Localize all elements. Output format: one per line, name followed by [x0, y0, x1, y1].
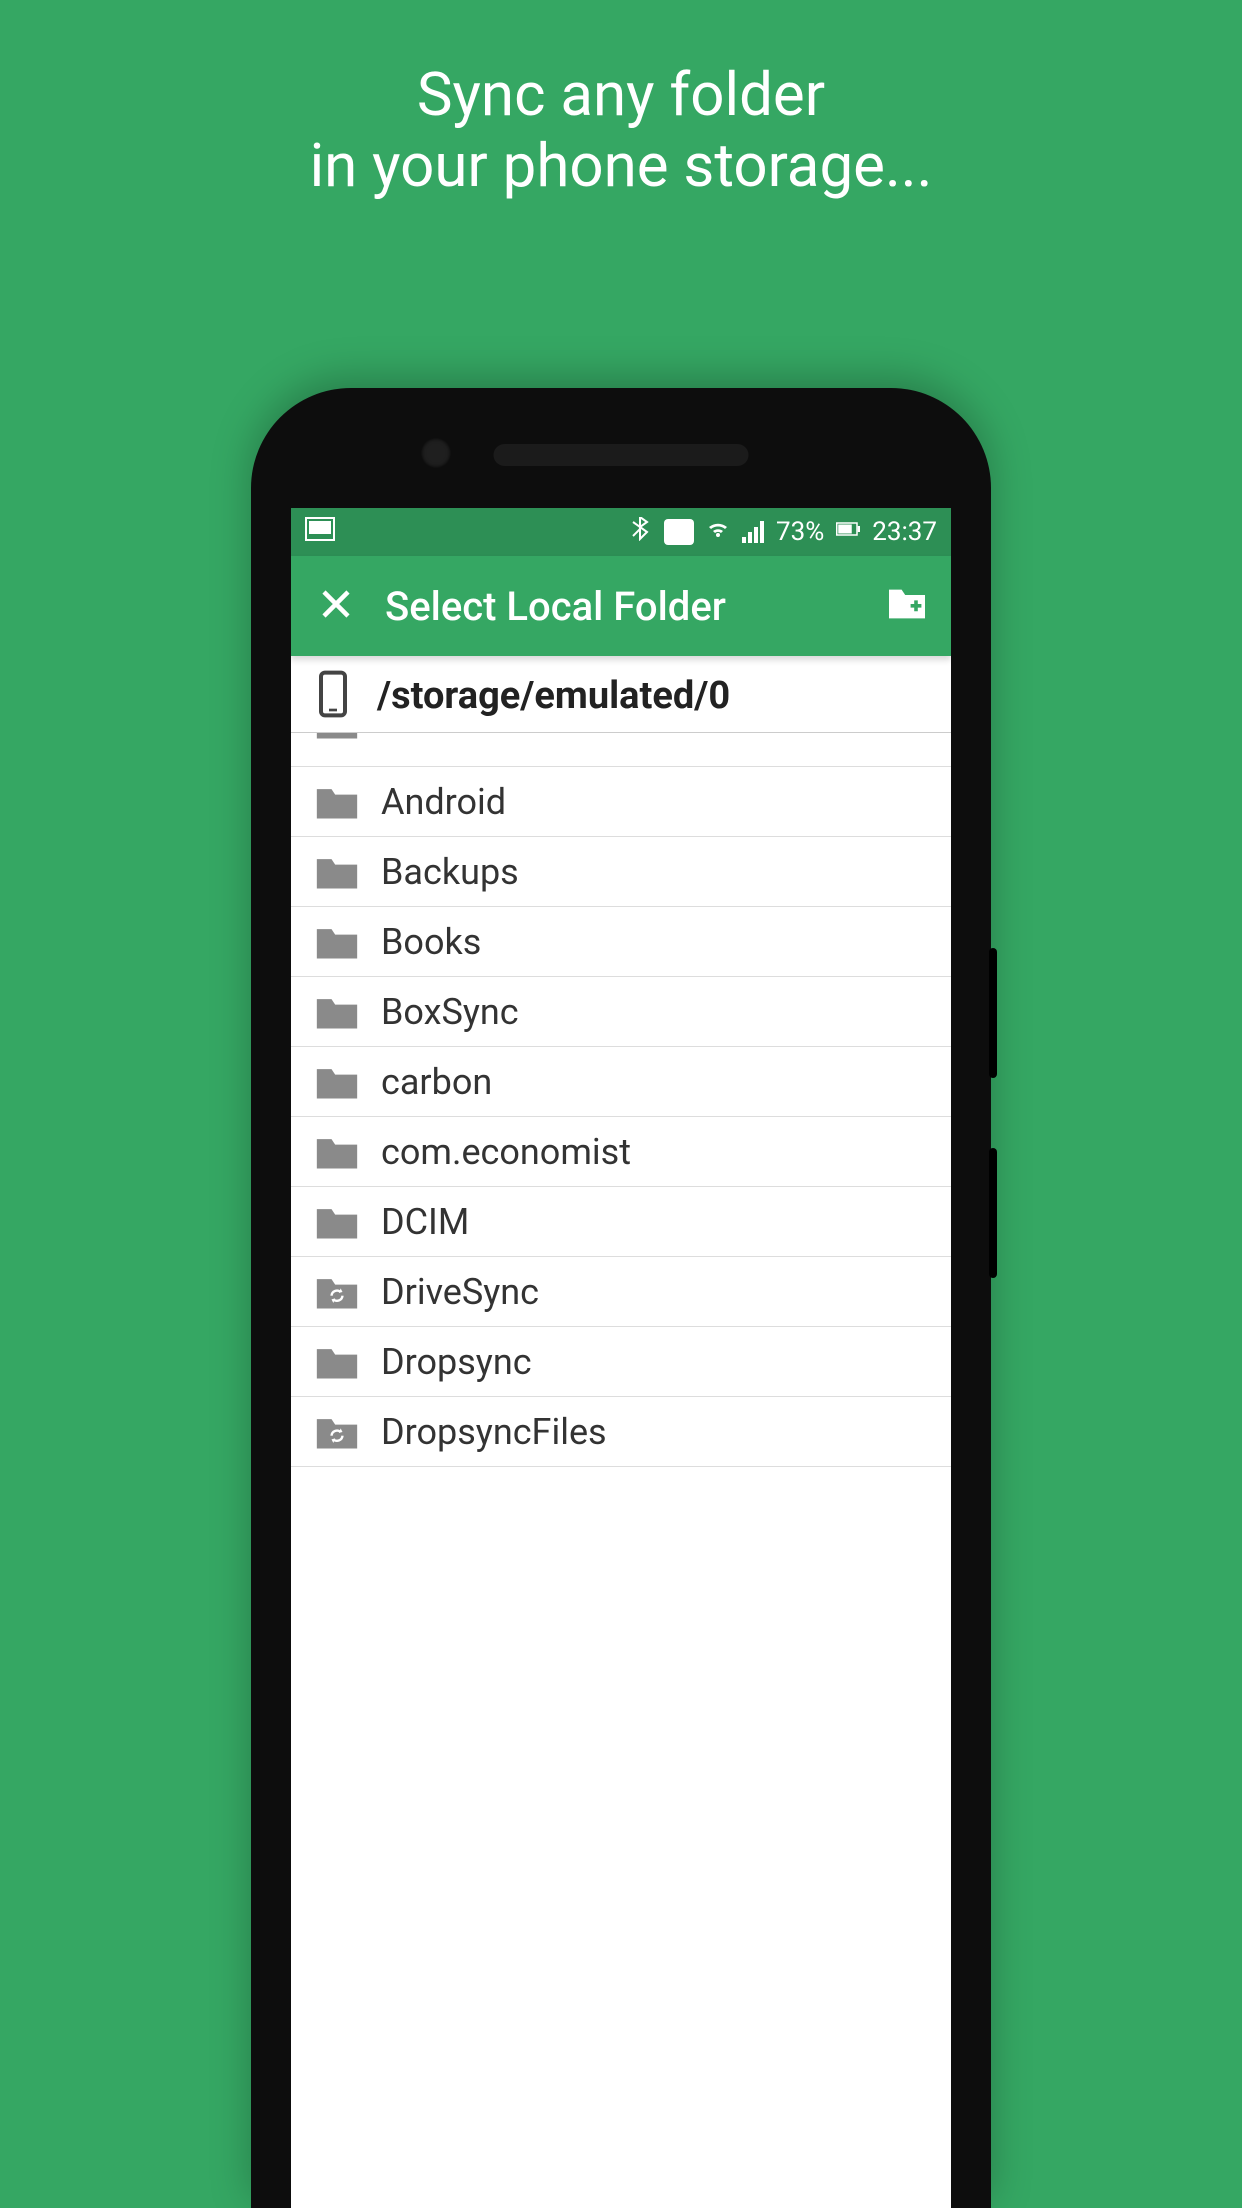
folder-label: Android [381, 781, 506, 823]
status-bar: 73% 23:37 [291, 508, 951, 556]
folder-row[interactable]: Android [291, 767, 951, 837]
promo-line1: Sync any folder [417, 59, 825, 130]
folder-icon [315, 1203, 359, 1241]
close-button[interactable] [313, 583, 359, 629]
close-icon [318, 586, 354, 626]
folder-row[interactable]: Dropsync [291, 1327, 951, 1397]
folder-icon [315, 853, 359, 891]
folder-icon [315, 783, 359, 821]
folder-row[interactable]: Books [291, 907, 951, 977]
app-bar-title: Select Local Folder [385, 583, 885, 630]
folder-row[interactable]: com.economist [291, 1117, 951, 1187]
folder-row[interactable]: DriveSync [291, 1257, 951, 1327]
folder-row[interactable]: amazon [291, 733, 951, 767]
folder-row[interactable]: carbon [291, 1047, 951, 1117]
folder-label: Dropsync [381, 1341, 532, 1383]
folder-icon [315, 923, 359, 961]
path-row[interactable]: /storage/emulated/0 [291, 656, 951, 733]
folder-row[interactable]: DCIM [291, 1187, 951, 1257]
status-right: 73% 23:37 [628, 517, 937, 548]
new-folder-button[interactable] [885, 586, 929, 626]
folder-row[interactable]: BoxSync [291, 977, 951, 1047]
folder-row[interactable]: DropsyncFiles [291, 1397, 951, 1467]
current-path: /storage/emulated/0 [377, 674, 730, 718]
phone-storage-icon [315, 670, 351, 722]
wifi-icon [706, 517, 730, 548]
promo-line2: in your phone storage... [310, 130, 933, 201]
phone-speaker [494, 444, 749, 466]
lock-icon [664, 519, 694, 545]
folder-label: DCIM [381, 1201, 469, 1243]
status-left [305, 517, 335, 548]
folder-sync-icon [315, 1273, 359, 1311]
screenshot-indicator-icon [305, 518, 335, 548]
folder-list[interactable]: amazon Android Backups Books BoxSync carbon co… [291, 733, 951, 2208]
folder-sync-icon [315, 1413, 359, 1451]
phone-frame: 73% 23:37 Select Local Folder [251, 388, 991, 2208]
folder-label: BoxSync [381, 991, 519, 1033]
folder-row[interactable]: Backups [291, 837, 951, 907]
folder-icon [315, 1063, 359, 1101]
folder-icon [315, 1343, 359, 1381]
cell-signal-icon [742, 521, 764, 543]
new-folder-icon [885, 607, 929, 626]
status-time: 23:37 [872, 517, 937, 547]
phone-screen: 73% 23:37 Select Local Folder [291, 508, 951, 2208]
battery-icon [836, 517, 860, 548]
folder-label: Books [381, 921, 481, 963]
battery-percent: 73% [776, 517, 824, 547]
phone-camera [421, 438, 451, 468]
promo-text: Sync any folder in your phone storage... [0, 60, 1242, 202]
app-bar: Select Local Folder [291, 556, 951, 656]
folder-label: Backups [381, 851, 519, 893]
folder-label: com.economist [381, 1131, 631, 1173]
folder-label: carbon [381, 1061, 492, 1103]
folder-icon [315, 733, 359, 741]
bluetooth-icon [628, 517, 652, 548]
folder-label: DriveSync [381, 1271, 539, 1313]
folder-label: DropsyncFiles [381, 1411, 607, 1453]
folder-icon [315, 1133, 359, 1171]
folder-icon [315, 993, 359, 1031]
